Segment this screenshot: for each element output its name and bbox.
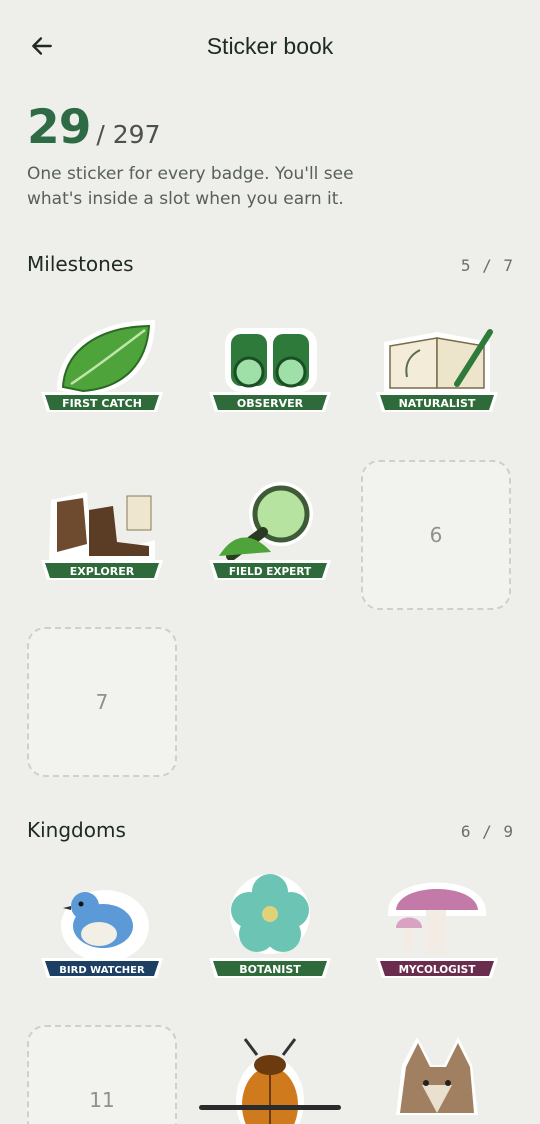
mushroom-sticker-icon: MYCOLOGIST xyxy=(376,882,498,978)
section-title: Kingdoms xyxy=(27,818,126,842)
leaf-sticker-icon: FIRST CATCH xyxy=(41,320,163,412)
sticker-mycologist[interactable]: MYCOLOGIST xyxy=(362,858,512,1008)
section-count: 5 / 7 xyxy=(460,256,514,275)
total-count: / 297 xyxy=(96,120,161,149)
sticker-slot-locked[interactable]: 7 xyxy=(27,627,177,777)
sticker-naturalist[interactable]: NATURALIST xyxy=(362,292,512,442)
sticker-botanist[interactable]: BOTANIST xyxy=(195,858,345,1008)
sticker-observer[interactable]: OBSERVER xyxy=(195,292,345,442)
sticker-first-catch[interactable]: FIRST CATCH xyxy=(27,292,177,442)
magnifier-sticker-icon: FIELD EXPERT xyxy=(209,482,331,580)
home-indicator[interactable] xyxy=(199,1105,341,1110)
sticker-bird-watcher[interactable]: BIRD WATCHER xyxy=(27,858,177,1008)
sticker-label: FIRST CATCH xyxy=(62,397,142,410)
sticker-label: FIELD EXPERT xyxy=(229,566,312,578)
sticker-label: MYCOLOGIST xyxy=(399,964,477,976)
section-count: 6 / 9 xyxy=(460,822,514,841)
section-header-kingdoms: Kingdoms 6 / 9 xyxy=(27,818,514,848)
page-title: Sticker book xyxy=(206,33,334,59)
sticker-slot-locked[interactable]: 11 xyxy=(27,1025,177,1124)
flower-sticker-icon: BOTANIST xyxy=(209,874,331,978)
slot-number: 7 xyxy=(95,690,109,714)
sticker-label: EXPLORER xyxy=(70,565,135,578)
top-app-bar: Sticker book xyxy=(0,0,540,92)
sticker-label: OBSERVER xyxy=(237,397,304,410)
section-title: Milestones xyxy=(27,252,134,276)
sticker-label: NATURALIST xyxy=(399,397,476,410)
sticker-field-expert[interactable]: FIELD EXPERT xyxy=(195,460,345,610)
progress-description: One sticker for every badge. You'll see … xyxy=(27,164,354,209)
binoculars-sticker-icon: OBSERVER xyxy=(209,328,331,412)
sticker-label: BIRD WATCHER xyxy=(59,965,145,976)
sticker-explorer[interactable]: EXPLORER xyxy=(27,460,177,610)
fox-sticker-icon xyxy=(396,1037,478,1115)
section-header-milestones: Milestones 5 / 7 xyxy=(27,252,514,282)
sticker-label: BOTANIST xyxy=(239,963,301,976)
sticker-progress: 29/ 297 xyxy=(27,100,161,155)
sticker-fox[interactable] xyxy=(362,1025,512,1124)
sticker-slot-locked[interactable]: 6 xyxy=(361,460,511,610)
earned-count: 29 xyxy=(27,100,91,155)
bird-sticker-icon: BIRD WATCHER xyxy=(41,890,163,978)
slot-number: 11 xyxy=(89,1088,115,1112)
notebook-sticker-icon: NATURALIST xyxy=(376,329,498,412)
slot-number: 6 xyxy=(429,523,443,547)
boots-sticker-icon: EXPLORER xyxy=(41,492,163,580)
sticker-book-screen: Sticker book 29/ 297 One sticker for eve… xyxy=(0,0,540,1124)
